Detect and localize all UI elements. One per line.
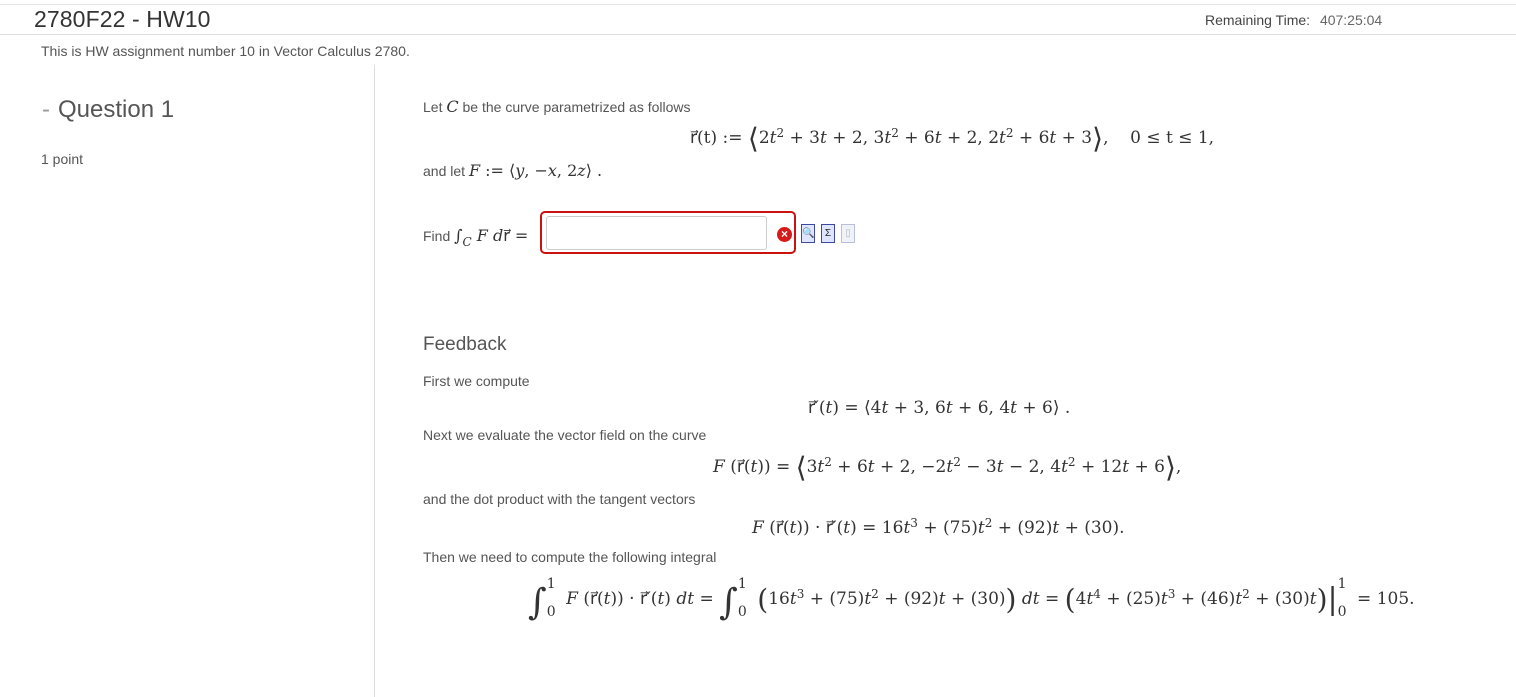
collapse-toggle[interactable]: -	[42, 96, 50, 123]
feedback-line-4: Then we need to compute the following in…	[423, 549, 717, 565]
answer-field-frame	[540, 211, 796, 254]
feedback-line-2: Next we evaluate the vector field on the…	[423, 427, 707, 443]
error-icon: ×	[777, 227, 792, 242]
equation-editor-icon[interactable]: Σ	[821, 224, 835, 243]
assignment-description: This is HW assignment number 10 in Vecto…	[41, 43, 410, 59]
field-formula: F := ⟨y, −x, 2z⟩ .	[468, 161, 603, 180]
problem-intro: Let C be the curve parametrized as follo…	[423, 97, 691, 116]
find-text: Find	[423, 228, 451, 244]
intro-rest-text: be the curve parametrized as follows	[462, 99, 691, 115]
integral-result: = 105.	[1357, 589, 1415, 609]
curve-lhs: r⃗(t) :=	[690, 128, 743, 148]
feedback-line-1: First we compute	[423, 373, 530, 389]
curve-symbol: C	[446, 97, 459, 116]
field-text: and let	[423, 163, 466, 179]
remaining-time-label: Remaining Time:	[1205, 12, 1311, 28]
column-divider	[374, 65, 375, 697]
integral-equation: ∫ 1 0 F (r⃗(t)) · r⃗′(t) dt = ∫ 1 0 (16t3 + …	[528, 575, 1415, 624]
page-title: 2780F22 - HW10	[34, 6, 211, 32]
question-points: 1 point	[41, 151, 84, 167]
answer-input[interactable]	[546, 216, 767, 250]
line-integral-expr: ∫C F dr⃗ =	[454, 226, 529, 249]
derivative-equation: r⃗′(t) = ⟨4t + 3, 6t + 6, 4t + 6⟩ .	[808, 398, 1071, 418]
remaining-time-value: 407:25:04	[1319, 12, 1383, 28]
find-prompt: Find ∫C F dr⃗ =	[423, 226, 529, 249]
question-heading[interactable]: - Question 1	[42, 96, 174, 124]
curve-range: 0 ≤ t ≤ 1,	[1130, 128, 1215, 148]
field-definition: and let F := ⟨y, −x, 2z⟩ .	[423, 161, 602, 180]
header-bar: 2780F22 - HW10 Remaining Time: 407:25:04	[0, 5, 1516, 35]
paste-icon[interactable]: ▯	[841, 224, 855, 243]
intro-text: Let	[423, 99, 443, 115]
feedback-line-3: and the dot product with the tangent vec…	[423, 491, 696, 507]
remaining-time: Remaining Time: 407:25:04	[1205, 12, 1382, 28]
preview-icon[interactable]: 🔍	[801, 224, 815, 243]
field-on-curve-equation: F (r⃗(t)) = ⟨3t2 + 6t + 2, −2t2 − 3t − 2…	[713, 451, 1182, 484]
curve-equation: r⃗(t) := ⟨2t2 + 3t + 2, 3t2 + 6t + 2, 2t…	[690, 122, 1215, 155]
dot-product-equation: F (r⃗(t)) · r⃗′(t) = 16t3 + (75)t2 + (92…	[752, 516, 1125, 538]
feedback-title: Feedback	[423, 334, 507, 355]
question-title: Question 1	[58, 96, 175, 123]
